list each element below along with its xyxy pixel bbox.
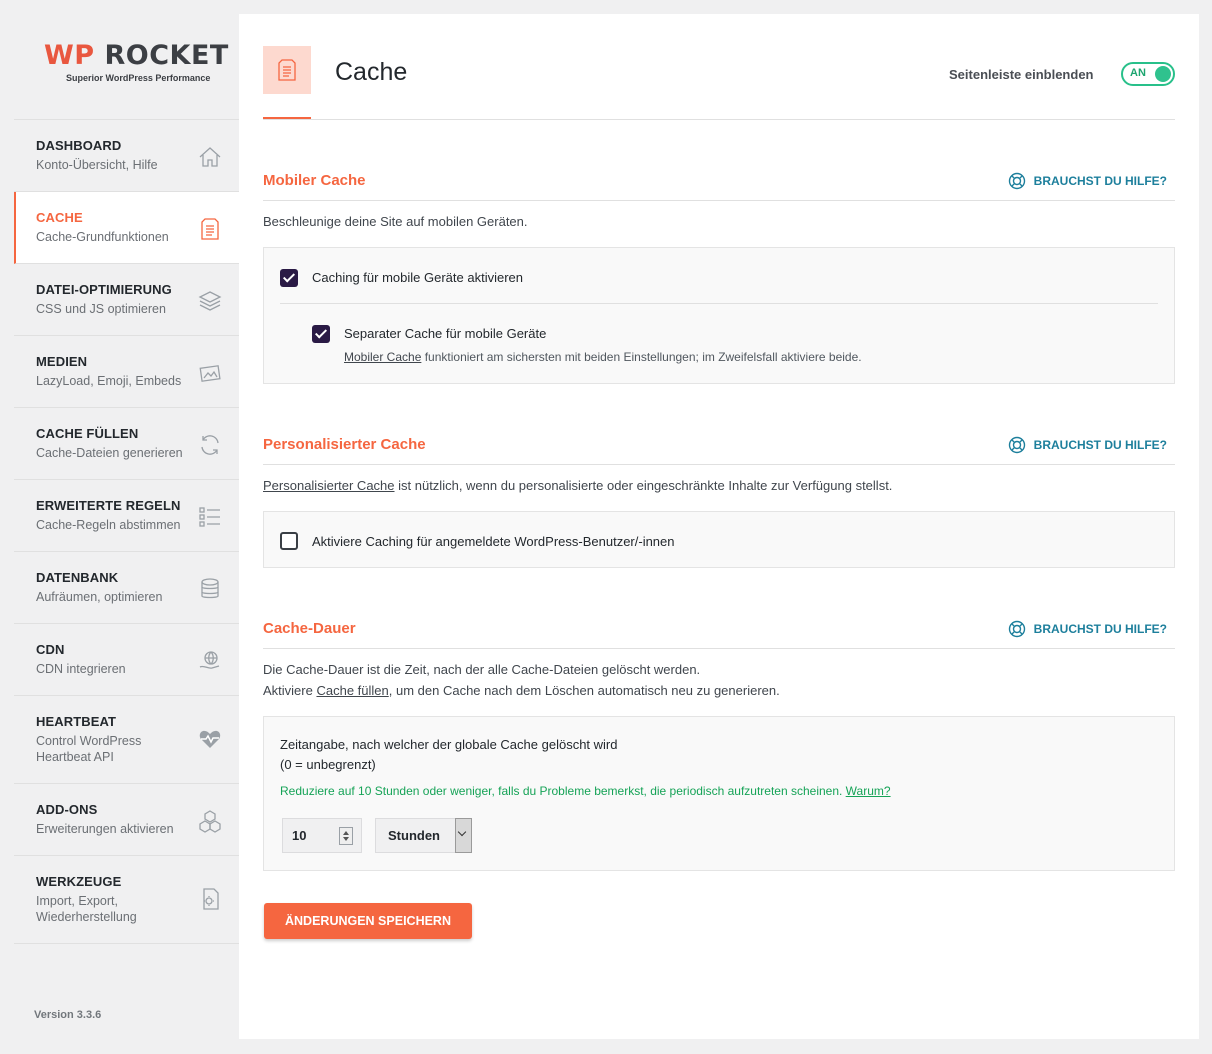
home-icon [199,147,221,167]
sidebar-item-subtitle: Aufräumen, optimieren [36,590,163,604]
sidebar-item-advanced-rules[interactable]: ERWEITERTE REGELN Cache-Regeln abstimmen [14,480,239,552]
file-gear-icon [203,888,219,910]
separate-mobile-cache-checkbox[interactable] [312,325,330,343]
document-icon [201,218,219,240]
sidebar-item-subtitle: Control WordPress Heartbeat API [36,734,142,764]
logo-text: WP ROCKET [44,40,229,71]
options-divider [280,303,1158,304]
logo-tagline: Superior WordPress Performance [66,73,211,83]
images-icon [199,365,221,382]
lifespan-number-input[interactable]: 10 [282,818,362,853]
help-link-cache-lifespan[interactable]: BRAUCHST DU HILFE? [1008,620,1167,638]
sidebar-item-cache[interactable]: CACHE Cache-Grundfunktionen [14,192,239,264]
help-link-label: BRAUCHST DU HILFE? [1033,174,1167,188]
checklist-icon [199,507,220,527]
sidebar-item-preload[interactable]: CACHE FÜLLEN Cache-Dateien generieren [14,408,239,480]
save-changes-button[interactable]: ÄNDERUNGEN SPEICHERN [264,903,472,939]
sidebar-item-database[interactable]: DATENBANK Aufräumen, optimieren [14,552,239,624]
sidebar-item-subtitle: Konto-Übersicht, Hilfe [36,158,158,172]
lifebuoy-icon [1008,436,1025,454]
version-label: Version 3.3.6 [34,1009,102,1021]
lifebuoy-icon [1008,620,1025,638]
mobile-cache-doc-link[interactable]: Mobiler Cache [344,350,421,364]
toggle-knob [1155,66,1171,82]
section-description: Beschleunige deine Site auf mobilen Gerä… [263,214,528,229]
lifespan-unit-select[interactable]: Stunden [375,818,472,853]
page-title: Cache [335,58,408,86]
lifebuoy-icon [1008,172,1025,190]
number-spinner[interactable] [339,827,353,845]
sidebar-item-subtitle: Cache-Regeln abstimmen [36,518,181,532]
section-description: Die Cache-Dauer ist die Zeit, nach der a… [263,662,780,698]
preload-link[interactable]: Cache füllen [316,683,388,698]
help-link-personalized-cache[interactable]: BRAUCHST DU HILFE? [1008,436,1167,454]
sidebar-item-subtitle: LazyLoad, Emoji, Embeds [36,374,182,388]
database-icon [201,578,219,599]
sidebar: WP ROCKET Superior WordPress Performance… [0,0,239,1054]
logged-in-user-cache-checkbox[interactable] [280,532,298,550]
personalized-cache-doc-link[interactable]: Personalisierter Cache [263,478,395,493]
lifespan-hint: Reduziere auf 10 Stunden oder weniger, f… [280,784,891,798]
refresh-icon [201,435,219,455]
help-link-label: BRAUCHST DU HILFE? [1033,438,1167,452]
mobile-cache-checkbox[interactable] [280,269,298,287]
section-title-personalized-cache: Personalisierter Cache [263,436,426,453]
sidebar-item-dashboard[interactable]: DASHBOARD Konto-Übersicht, Hilfe [14,120,239,192]
sidebar-item-tools[interactable]: WERKZEUGE Import, Export, Wiederherstell… [14,856,239,944]
personalized-cache-options: Aktiviere Caching für angemeldete WordPr… [263,511,1175,568]
layers-icon [198,291,222,311]
document-icon [278,59,296,81]
help-link-label: BRAUCHST DU HILFE? [1033,622,1167,636]
sidebar-item-subtitle: Cache-Dateien generieren [36,446,183,460]
section-title-cache-lifespan: Cache-Dauer [263,620,356,637]
page-header-icon [263,46,311,94]
section-description: Personalisierter Cache ist nützlich, wen… [263,478,893,493]
chevron-down-icon [455,818,472,853]
help-link-mobile-cache[interactable]: BRAUCHST DU HILFE? [1008,172,1167,190]
section-divider [263,464,1175,465]
toggle-state-text: AN [1130,67,1146,79]
sidebar-item-addons[interactable]: ADD-ONS Erweiterungen aktivieren [14,784,239,856]
sidebar-nav: DASHBOARD Konto-Übersicht, Hilfe CACHE C… [14,119,239,944]
heart-pulse-icon [199,730,221,748]
section-divider [263,200,1175,201]
sidebar-item-subtitle: Import, Export, Wiederherstellung [36,894,137,924]
separate-mobile-cache-label: Separater Cache für mobile Geräte [344,326,547,341]
section-title-mobile-cache: Mobiler Cache [263,172,366,189]
mobile-cache-note: Mobiler Cache funktioniert am sichersten… [344,350,862,364]
why-link[interactable]: Warum? [846,784,891,798]
cache-lifespan-options: Zeitangabe, nach welcher der globale Cac… [263,716,1175,871]
logged-in-user-cache-label: Aktiviere Caching für angemeldete WordPr… [312,534,675,549]
sidebar-toggle-label: Seitenleiste einblenden [949,67,1094,82]
main-content: Cache Seitenleiste einblenden AN Mobiler… [239,14,1199,1039]
sidebar-toggle[interactable]: AN [1121,62,1175,86]
sidebar-item-media[interactable]: MEDIEN LazyLoad, Emoji, Embeds [14,336,239,408]
sidebar-item-subtitle: CDN integrieren [36,662,126,676]
header-divider [263,119,1175,120]
section-divider [263,648,1175,649]
sidebar-item-cdn[interactable]: CDN CDN integrieren [14,624,239,696]
sidebar-item-subtitle: CSS und JS optimieren [36,302,166,316]
globe-hand-icon [199,651,220,669]
cubes-icon [199,810,221,833]
sidebar-item-file-optimization[interactable]: DATEI-OPTIMIERUNG CSS und JS optimieren [14,264,239,336]
sidebar-item-subtitle: Cache-Grundfunktionen [36,230,169,244]
mobile-cache-label: Caching für mobile Geräte aktivieren [312,270,523,285]
sidebar-item-subtitle: Erweiterungen aktivieren [36,822,174,836]
wp-rocket-logo[interactable]: WP ROCKET Superior WordPress Performance [44,40,228,90]
lifespan-field-label: Zeitangabe, nach welcher der globale Cac… [280,737,618,772]
sidebar-item-heartbeat[interactable]: HEARTBEAT Control WordPress Heartbeat AP… [14,696,239,784]
mobile-cache-options: Caching für mobile Geräte aktivieren Sep… [263,247,1175,384]
